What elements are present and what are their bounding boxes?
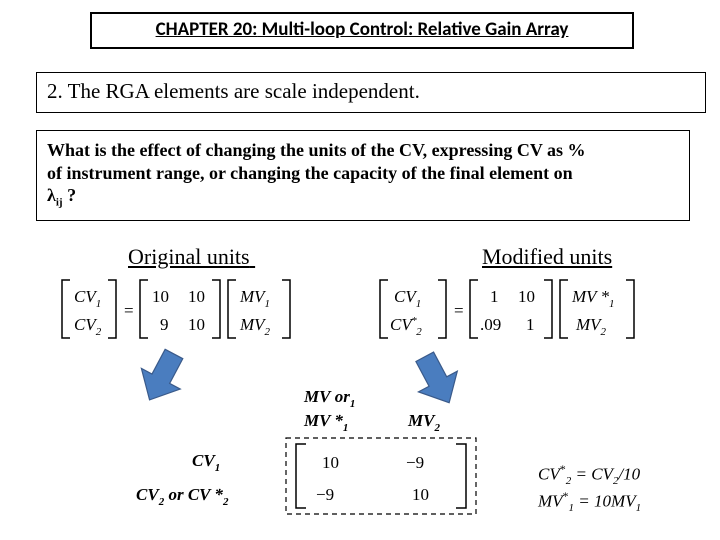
svg-text:10: 10	[412, 485, 429, 504]
svg-text:−9: −9	[316, 485, 334, 504]
equation-original: CV1 CV2 = 10 10 9 10 MV1 MV2	[60, 278, 360, 342]
svg-text:CV2: CV2	[74, 315, 102, 338]
svg-text:CV1: CV1	[394, 287, 421, 310]
svg-text:=: =	[454, 301, 464, 320]
svg-text:10: 10	[152, 287, 169, 306]
svg-text:MV *1: MV *1	[571, 287, 615, 310]
svg-text:10: 10	[188, 287, 205, 306]
note-mv-rhs: MV	[611, 491, 636, 510]
chapter-subject: Multi-loop Control: Relative Gain Array	[257, 18, 568, 41]
scaling-note: CV*2 = CV2/10 MV*1 = 10MV1	[538, 462, 641, 516]
svg-text:MV or1: MV or1	[303, 387, 355, 410]
question-mark: ?	[63, 185, 77, 205]
note-cv-lhs: CV	[538, 465, 560, 484]
svg-text:CV1: CV1	[192, 451, 220, 474]
svg-text:MV2: MV2	[407, 411, 440, 434]
question-line2: of instrument range, or changing the cap…	[47, 163, 573, 183]
heading-modified-units: Modified units	[482, 244, 612, 270]
equation-modified: CV1 CV*2 = 1 10 .09 1 MV *1 MV2	[378, 278, 698, 342]
note-eq2: = 10	[574, 491, 611, 510]
note-mv-lhs: MV	[538, 491, 563, 510]
svg-text:MV1: MV1	[239, 287, 270, 310]
svg-text:CV*2: CV*2	[390, 315, 422, 338]
heading-original-units: Original units	[128, 244, 430, 270]
svg-text:MV *1: MV *1	[303, 411, 348, 434]
svg-text:MV2: MV2	[575, 315, 607, 338]
svg-text:9: 9	[160, 315, 169, 334]
svg-text:=: =	[124, 301, 134, 320]
property-number: 2.	[47, 79, 63, 103]
heading-original-units-text: Original units	[128, 244, 250, 269]
rga-block: MV or1 MV *1 MV2 CV1 CV2 or CV *2 10 −9 …	[136, 384, 516, 520]
note-eq1: =	[571, 465, 591, 484]
svg-text:CV1: CV1	[74, 287, 101, 310]
chapter-number: CHAPTER 20:	[156, 18, 258, 41]
chapter-title: CHAPTER 20: Multi-loop Control: Relative…	[156, 18, 569, 41]
svg-text:10: 10	[518, 287, 535, 306]
lambda-symbol: λ	[47, 185, 56, 205]
note-mv-rhs-sub: 1	[636, 502, 642, 514]
svg-text:1: 1	[490, 287, 499, 306]
svg-text:MV2: MV2	[239, 315, 271, 338]
svg-text:−9: −9	[406, 453, 424, 472]
note-cv-rhs: CV	[591, 465, 613, 484]
svg-text:1: 1	[526, 315, 535, 334]
svg-text:CV2 or CV *2: CV2 or CV *2	[136, 485, 229, 508]
note-div: /10	[618, 465, 640, 484]
svg-text:10: 10	[322, 453, 339, 472]
svg-text:.09: .09	[480, 315, 501, 334]
property-text: The RGA elements are scale independent.	[68, 79, 420, 103]
question-line1: What is the effect of changing the units…	[47, 140, 586, 160]
svg-text:10: 10	[188, 315, 205, 334]
question-box: What is the effect of changing the units…	[36, 130, 690, 221]
property-box: 2. The RGA elements are scale independen…	[36, 72, 706, 113]
chapter-title-box: CHAPTER 20: Multi-loop Control: Relative…	[90, 12, 634, 49]
lambda-subscript: ij	[56, 197, 63, 209]
